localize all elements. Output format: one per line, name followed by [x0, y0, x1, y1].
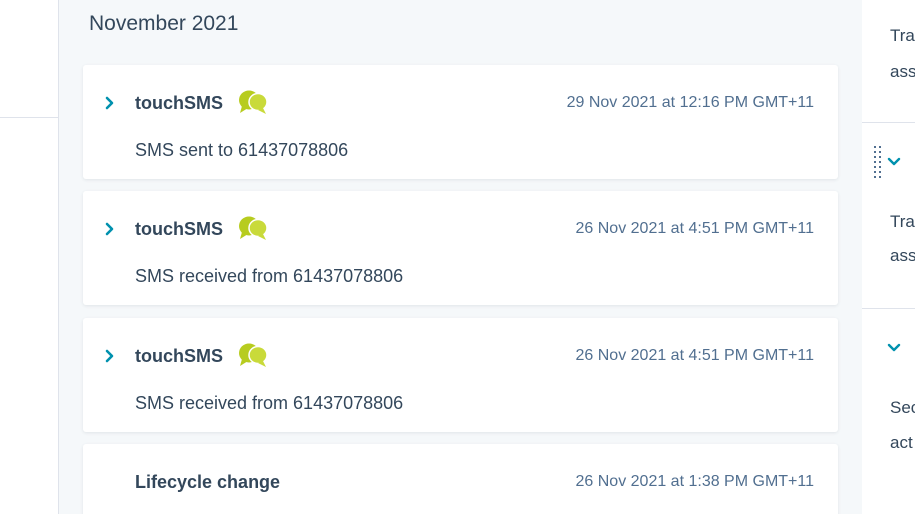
card-timestamp: 26 Nov 2021 at 4:51 PM GMT+11 — [575, 347, 815, 364]
right-panel-text: ass — [890, 246, 915, 265]
card-app-name: touchSMS — [135, 219, 223, 239]
timeline-month-header: November 2021 — [89, 12, 239, 35]
timeline-card-sms[interactable]: touchSMS 29 Nov 2021 at 12:16 PM GMT+11 … — [83, 65, 838, 179]
card-body-text: SMS sent to 61437078806 — [135, 140, 349, 160]
right-panel-divider — [862, 308, 915, 309]
contact-record-page: November 2021 touchSMS 29 Nov 2021 at 12… — [0, 0, 915, 514]
timeline-card-lifecycle[interactable]: Lifecycle change 26 Nov 2021 at 1:38 PM … — [83, 444, 838, 514]
card-timestamp: 26 Nov 2021 at 4:51 PM GMT+11 — [575, 220, 815, 237]
drag-handle-icon[interactable] — [874, 146, 882, 178]
right-panel-text: Tra — [890, 212, 915, 231]
card-timestamp: 29 Nov 2021 at 12:16 PM GMT+11 — [566, 94, 814, 111]
left-panel-divider — [0, 117, 58, 118]
sms-chat-bubbles-icon — [239, 343, 268, 367]
chevron-down-icon[interactable] — [886, 156, 902, 168]
timeline-card-sms[interactable]: touchSMS 26 Nov 2021 at 4:51 PM GMT+11 S… — [83, 318, 838, 432]
right-panel-text: Sec — [890, 398, 915, 417]
card-event-title: Lifecycle change — [135, 472, 281, 492]
chevron-right-icon[interactable] — [103, 346, 117, 366]
card-app-name: touchSMS — [135, 93, 223, 113]
sms-chat-bubbles-icon — [239, 90, 268, 114]
card-body-text: SMS received from 61437078806 — [135, 266, 404, 286]
card-app-name: touchSMS — [135, 346, 223, 366]
card-timestamp: 26 Nov 2021 at 1:38 PM GMT+11 — [575, 473, 815, 490]
left-sidebar-panel — [0, 0, 58, 514]
right-sidebar-panel: Tra ass Tra ass Sec act — [862, 0, 915, 514]
right-panel-text: Tra — [890, 26, 915, 45]
activity-timeline: November 2021 touchSMS 29 Nov 2021 at 12… — [58, 0, 863, 514]
chevron-right-icon[interactable] — [103, 93, 117, 113]
chevron-right-icon[interactable] — [103, 219, 117, 239]
right-panel-divider — [862, 122, 915, 123]
timeline-card-sms[interactable]: touchSMS 26 Nov 2021 at 4:51 PM GMT+11 S… — [83, 191, 838, 305]
card-body-text: SMS received from 61437078806 — [135, 393, 404, 413]
right-panel-text: act — [890, 433, 913, 452]
right-panel-text: ass — [890, 62, 915, 81]
chevron-down-icon[interactable] — [886, 342, 902, 354]
sms-chat-bubbles-icon — [239, 216, 268, 240]
